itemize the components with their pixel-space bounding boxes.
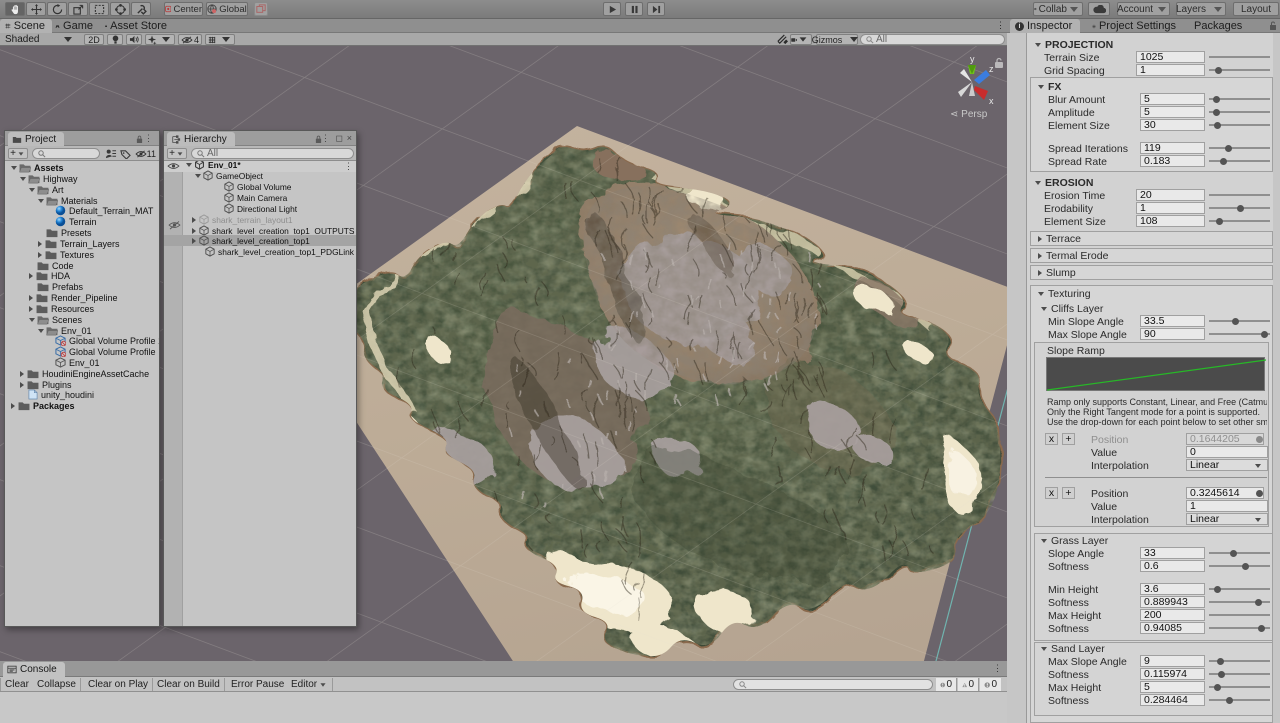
- svg-text:⋖ Persp: ⋖ Persp: [950, 109, 988, 120]
- svg-text:y: y: [970, 54, 975, 64]
- svg-text:z: z: [989, 64, 994, 74]
- svg-text:x: x: [989, 96, 994, 106]
